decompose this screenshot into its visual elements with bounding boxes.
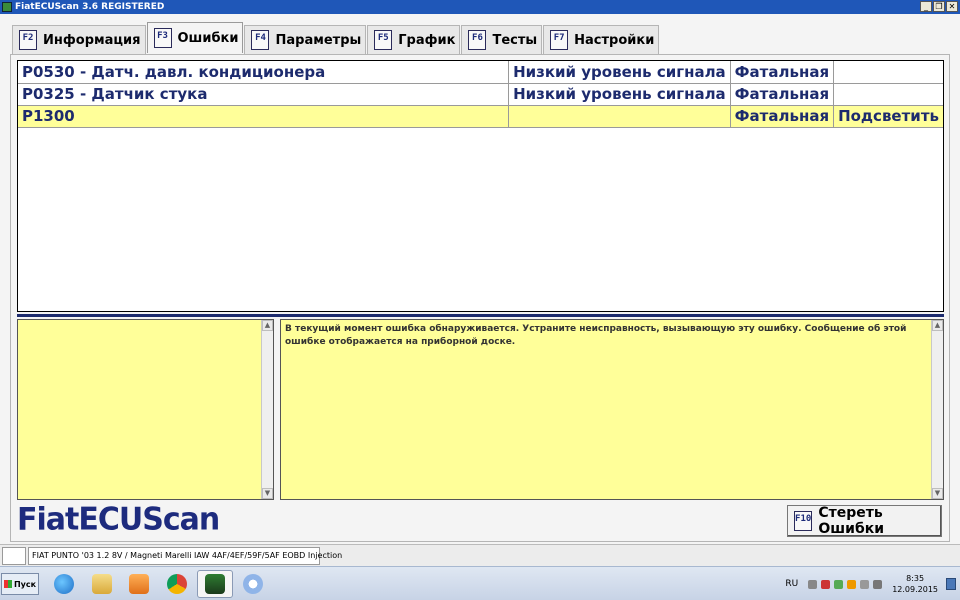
paint-icon[interactable]	[235, 570, 271, 598]
error-code: P0530 - Датч. давл. кондиционера	[18, 61, 510, 84]
clear-errors-label: Стереть Ошибки	[818, 505, 885, 537]
media-player-icon[interactable]	[121, 570, 157, 598]
system-tray: RU 8:35 12.09.2015	[785, 567, 960, 600]
battery-icon[interactable]	[834, 579, 844, 589]
clock[interactable]: 8:35 12.09.2015	[892, 573, 938, 595]
minimize-button[interactable]: _	[920, 1, 932, 12]
windows-logo-icon	[3, 580, 12, 588]
window-controls: _ ❐ ✕	[920, 1, 958, 12]
tab-tests[interactable]: F6 Тесты	[461, 25, 543, 54]
restore-button[interactable]: ❐	[933, 1, 945, 12]
tab-label: Настройки	[574, 32, 655, 48]
section-divider	[17, 314, 944, 317]
chrome-icon[interactable]	[159, 570, 195, 598]
app-logo: FiatECUScan	[17, 501, 220, 538]
error-code: P1300	[18, 105, 510, 128]
tab-info[interactable]: F2 Информация	[12, 25, 146, 54]
error-severity: Фатальная	[730, 61, 835, 84]
error-row-selected[interactable]: P1300 Фатальная Подсветить	[18, 105, 943, 128]
language-indicator[interactable]: RU	[785, 579, 798, 589]
show-desktop-button[interactable]	[946, 578, 956, 590]
freeze-frame-box[interactable]: ▲ ▼	[17, 319, 274, 500]
tab-label: Тесты	[492, 32, 538, 48]
scroll-down-icon[interactable]: ▼	[262, 488, 273, 499]
tab-settings[interactable]: F7 Настройки	[543, 25, 660, 54]
tab-label: Ошибки	[177, 30, 239, 46]
close-button[interactable]: ✕	[946, 1, 958, 12]
app-window: FiatECUScan 3.6 REGISTERED _ ❐ ✕ F2 Инфо…	[0, 0, 960, 600]
tab-label: График	[398, 32, 456, 48]
clock-time: 8:35	[906, 574, 925, 583]
f5-key-icon: F5	[374, 30, 393, 50]
scroll-up-icon[interactable]: ▲	[932, 320, 943, 331]
error-description-box[interactable]: В текущий момент ошибка обнаруживается. …	[280, 319, 944, 500]
error-list: P0530 - Датч. давл. кондиционера Низкий …	[17, 60, 944, 312]
ie-icon[interactable]	[46, 570, 82, 598]
error-severity: Фатальная	[730, 105, 835, 128]
clock-date: 12.09.2015	[892, 585, 938, 594]
sound-icon[interactable]	[873, 579, 883, 589]
tab-label: Параметры	[275, 32, 362, 48]
errors-panel: P0530 - Датч. давл. кондиционера Низкий …	[10, 54, 950, 542]
f7-key-icon: F7	[550, 30, 569, 50]
error-status	[508, 105, 731, 128]
error-status: Низкий уровень сигнала	[508, 83, 731, 106]
error-action	[833, 83, 943, 106]
status-cell-empty	[2, 547, 26, 565]
app-icon	[2, 2, 12, 12]
clear-errors-button[interactable]: F10 Стереть Ошибки	[787, 505, 942, 537]
title-bar: FiatECUScan 3.6 REGISTERED _ ❐ ✕	[0, 0, 960, 14]
error-row[interactable]: P0325 - Датчик стука Низкий уровень сигн…	[18, 83, 943, 106]
tab-bar: F2 Информация F3 Ошибки F4 Параметры F5 …	[12, 22, 660, 54]
f3-key-icon: F3	[153, 28, 172, 48]
client-area: F2 Информация F3 Ошибки F4 Параметры F5 …	[0, 14, 960, 544]
error-severity: Фатальная	[730, 83, 835, 106]
error-code: P0325 - Датчик стука	[18, 83, 510, 106]
start-button[interactable]: Пуск	[1, 573, 39, 595]
freeze-frame-text	[18, 320, 273, 326]
error-action	[833, 61, 943, 84]
expand-tray-icon[interactable]	[808, 579, 818, 589]
tab-graph[interactable]: F5 График	[367, 25, 461, 54]
volume-icon[interactable]	[860, 579, 870, 589]
error-description-text: В текущий момент ошибка обнаруживается. …	[285, 324, 907, 347]
taskbar: Пуск RU 8:35 12.09.2015	[0, 566, 960, 600]
folder-icon[interactable]	[84, 570, 120, 598]
scroll-down-icon[interactable]: ▼	[932, 488, 943, 499]
start-label: Пуск	[13, 579, 37, 589]
window-title: FiatECUScan 3.6 REGISTERED	[15, 2, 165, 12]
scroll-up-icon[interactable]: ▲	[262, 320, 273, 331]
tab-label: Информация	[43, 32, 141, 48]
status-bar: FIAT PUNTO '03 1.2 8V / Magneti Marelli …	[0, 544, 960, 566]
tab-parameters[interactable]: F4 Параметры	[244, 25, 367, 54]
error-action[interactable]: Подсветить	[833, 105, 943, 128]
error-row[interactable]: P0530 - Датч. давл. кондиционера Низкий …	[18, 61, 943, 84]
f6-key-icon: F6	[468, 30, 487, 50]
error-status: Низкий уровень сигнала	[508, 61, 731, 84]
network-icon[interactable]	[847, 579, 857, 589]
flag-icon[interactable]	[821, 579, 831, 589]
tab-errors[interactable]: F3 Ошибки	[146, 22, 244, 53]
scrollbar[interactable]: ▲ ▼	[931, 320, 943, 499]
fiatecuscan-icon[interactable]	[197, 570, 233, 598]
vehicle-status: FIAT PUNTO '03 1.2 8V / Magneti Marelli …	[28, 547, 342, 565]
f4-key-icon: F4	[251, 30, 270, 50]
f10-key-icon: F10	[794, 511, 813, 531]
scrollbar[interactable]: ▲ ▼	[261, 320, 273, 499]
f2-key-icon: F2	[19, 30, 37, 50]
